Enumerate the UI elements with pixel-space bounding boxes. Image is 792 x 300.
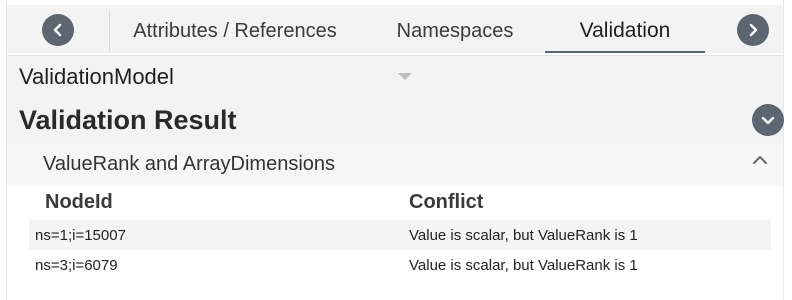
column-header-nodeid: NodeId: [45, 191, 113, 213]
conflict-cell: Value is scalar, but ValueRank is 1: [409, 227, 638, 244]
tab-label: Attributes / References: [133, 19, 337, 42]
nodeid-cell: ns=3;i=6079: [35, 257, 118, 274]
nodeid-cell: ns=1;i=15007: [35, 227, 126, 244]
section-header[interactable]: ValueRank and ArrayDimensions: [7, 143, 783, 185]
caret-down-icon[interactable]: [398, 73, 412, 80]
tab-validation[interactable]: Validation: [545, 10, 705, 53]
tab-label: Namespaces: [396, 19, 514, 42]
active-tab-indicator: [545, 51, 705, 53]
tab-bar: Attributes / References Namespaces Valid…: [7, 5, 783, 53]
table-row[interactable]: ns=1;i=15007 Value is scalar, but ValueR…: [29, 220, 771, 250]
model-label: ValidationModel: [19, 64, 174, 89]
section-title: ValueRank and ArrayDimensions: [43, 153, 336, 175]
validation-panel: Attributes / References Namespaces Valid…: [6, 0, 784, 300]
validation-model-select[interactable]: ValidationModel: [7, 55, 783, 100]
table-row[interactable]: ns=3;i=6079 Value is scalar, but ValueRa…: [29, 250, 771, 280]
chevron-up-icon[interactable]: [751, 153, 769, 167]
tab-label: Validation: [579, 19, 671, 42]
column-header-conflict: Conflict: [409, 191, 484, 213]
chevron-right-icon[interactable]: [737, 14, 769, 46]
tab-attributes-references[interactable]: Attributes / References: [109, 10, 361, 52]
conflict-cell: Value is scalar, but ValueRank is 1: [409, 257, 638, 274]
tab-namespaces[interactable]: Namespaces: [360, 10, 551, 52]
validation-result-header: Validation Result: [7, 99, 784, 143]
chevron-left-icon[interactable]: [42, 14, 74, 46]
chevron-down-icon[interactable]: [752, 104, 784, 136]
result-title: Validation Result: [19, 105, 237, 135]
